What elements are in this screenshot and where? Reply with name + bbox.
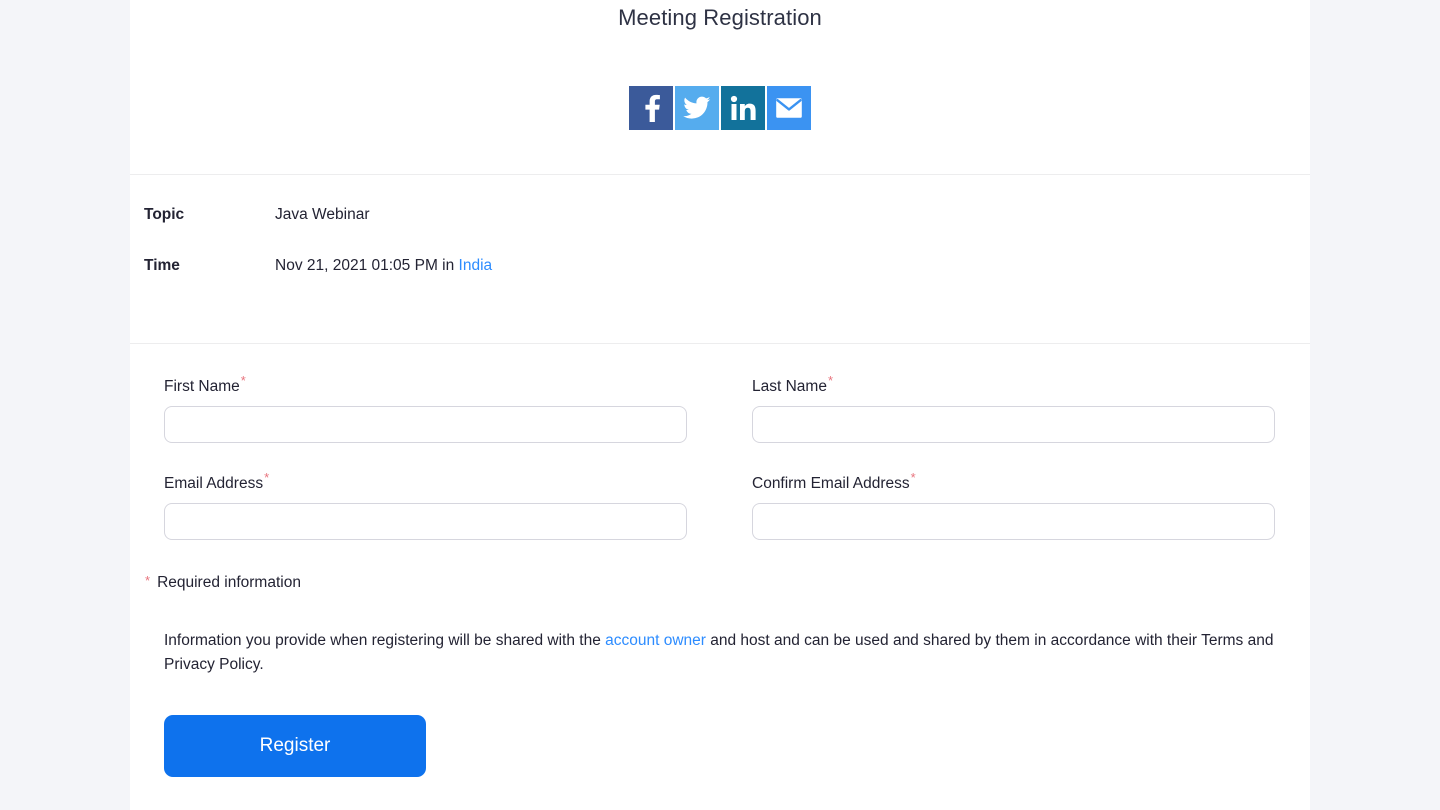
required-star: * [264, 470, 270, 486]
required-star: * [910, 470, 916, 486]
meeting-info: Topic Java Webinar Time Nov 21, 2021 01:… [130, 175, 1310, 344]
meeting-topic-row: Topic Java Webinar [144, 204, 1310, 226]
meeting-topic-value: Java Webinar [275, 206, 370, 223]
email-address-label-text: Email Address [164, 475, 264, 493]
required-information-text: Required information [157, 574, 301, 592]
field-email-address: Email Address* [164, 471, 687, 541]
required-star: * [145, 573, 151, 589]
confirm-email-address-label: Confirm Email Address* [752, 471, 1275, 495]
registration-page: Meeting Registration Topic Java Webinar … [0, 0, 1440, 810]
first-name-label-text: First Name [164, 378, 240, 396]
last-name-input[interactable] [752, 406, 1275, 444]
email-address-label: Email Address* [164, 471, 687, 495]
facebook-icon [638, 94, 664, 122]
first-name-input[interactable] [164, 406, 687, 444]
account-owner-link[interactable]: account owner [605, 632, 706, 649]
social-share-row [629, 86, 811, 130]
last-name-label: Last Name* [752, 374, 1275, 398]
email-icon [775, 97, 803, 119]
meeting-time-row: Time Nov 21, 2021 01:05 PM in India [144, 255, 1310, 277]
twitter-icon [683, 96, 711, 120]
required-information-note: * Required information [145, 572, 1310, 594]
confirm-email-address-label-text: Confirm Email Address [752, 475, 910, 493]
card-header: Meeting Registration [130, 0, 1310, 175]
meeting-time-value: Nov 21, 2021 01:05 PM in India [275, 255, 492, 277]
timezone-link[interactable]: India [459, 257, 493, 274]
field-confirm-email-address: Confirm Email Address* [752, 471, 1275, 541]
required-star: * [827, 373, 834, 388]
field-first-name: First Name* [164, 374, 687, 444]
confirm-email-address-input[interactable] [752, 503, 1275, 541]
registration-card: Meeting Registration Topic Java Webinar … [130, 0, 1310, 810]
meeting-time-label: Time [144, 257, 180, 274]
field-last-name: Last Name* [752, 374, 1275, 444]
share-linkedin-button[interactable] [721, 86, 765, 130]
email-address-input[interactable] [164, 503, 687, 541]
required-star: * [240, 373, 246, 388]
disclaimer-text-before-link: Information you provide when registering… [164, 632, 606, 650]
privacy-disclaimer: Information you provide when registering… [164, 629, 1292, 677]
share-email-button[interactable] [767, 86, 811, 130]
registration-form: First Name* Last Name* Email Address* Co… [130, 344, 1310, 778]
share-twitter-button[interactable] [675, 86, 719, 130]
register-button[interactable]: Register [164, 715, 426, 778]
meeting-time-text: Nov 21, 2021 01:05 PM in [275, 257, 459, 274]
linkedin-icon [730, 95, 756, 121]
meeting-topic-label: Topic [144, 206, 185, 223]
share-facebook-button[interactable] [629, 86, 673, 130]
first-name-label: First Name* [164, 374, 687, 398]
form-field-grid: First Name* Last Name* Email Address* Co… [164, 374, 1286, 568]
page-title: Meeting Registration [618, 5, 822, 30]
last-name-label-text: Last Name [752, 378, 827, 396]
